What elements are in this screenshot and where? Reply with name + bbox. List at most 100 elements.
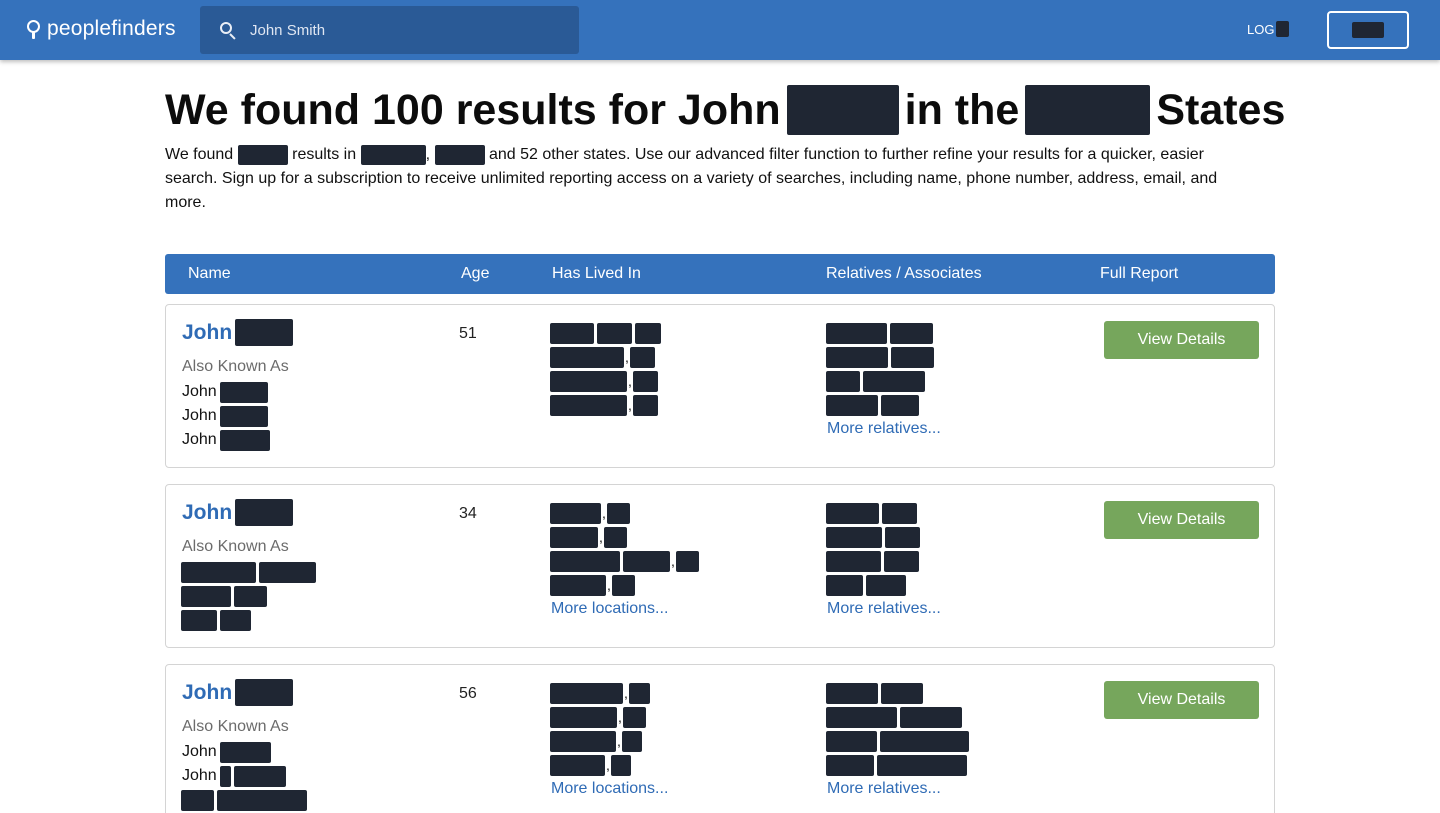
result-age: 51 <box>459 325 477 342</box>
redacted-text <box>181 561 256 583</box>
redacted-text <box>890 322 933 344</box>
search-input[interactable] <box>250 18 560 42</box>
redacted-text <box>550 502 601 524</box>
view-details-button[interactable]: View Details <box>1104 501 1259 539</box>
redacted-text <box>219 741 271 763</box>
aka-name <box>181 609 254 631</box>
desc-text: , <box>425 146 431 163</box>
redacted-text <box>219 429 270 451</box>
redacted-text <box>550 574 606 596</box>
redacted-text <box>885 526 920 548</box>
redacted-text <box>786 85 899 135</box>
redacted-text <box>623 550 670 572</box>
result-name-link[interactable]: John <box>182 499 294 526</box>
redacted-text <box>550 370 627 392</box>
result-first-name: John <box>182 320 233 344</box>
more-relatives-link[interactable]: More relatives... <box>827 600 941 618</box>
aka-first-name: John <box>182 407 217 424</box>
aka-name <box>181 789 310 811</box>
aka-name: John <box>182 429 273 451</box>
redacted-text <box>622 706 646 728</box>
login-label: LOG <box>1247 21 1275 37</box>
result-first-name: John <box>182 680 233 704</box>
redacted-text <box>826 322 887 344</box>
redacted-text <box>181 789 214 811</box>
redacted-text <box>217 789 307 811</box>
location-pin-icon <box>27 18 41 40</box>
aka-label: Also Known As <box>182 538 289 555</box>
redacted-text <box>826 346 888 368</box>
results-description: We found results in , and 52 other state… <box>165 143 1255 215</box>
result-name-link[interactable]: John <box>182 679 294 706</box>
search-bar[interactable] <box>200 6 579 54</box>
desc-text: results in <box>292 146 357 163</box>
column-header-name: Name <box>188 265 231 282</box>
column-header-locations: Has Lived In <box>552 265 641 282</box>
result-age: 34 <box>459 505 477 522</box>
redacted-text <box>550 394 627 416</box>
search-icon <box>220 22 236 40</box>
result-name-link[interactable]: John <box>182 319 294 346</box>
redacted-text <box>434 144 485 165</box>
signup-button[interactable] <box>1327 11 1409 49</box>
locations-list: , , , , More locations... <box>550 501 702 621</box>
redacted-text <box>632 394 658 416</box>
relatives-list: More relatives... <box>826 321 941 441</box>
redacted-text <box>629 346 655 368</box>
result-card: John Also Known As John John 56 , , , , … <box>165 664 1275 813</box>
aka-label: Also Known As <box>182 718 289 735</box>
redacted-text <box>881 682 923 704</box>
redacted-text <box>826 370 860 392</box>
aka-name: John <box>182 765 289 787</box>
redacted-text <box>220 609 251 631</box>
redacted-text <box>550 754 605 776</box>
redacted-text <box>826 754 874 776</box>
redacted-text <box>1352 22 1384 38</box>
more-relatives-link[interactable]: More relatives... <box>827 780 941 798</box>
more-locations-link[interactable]: More locations... <box>551 780 668 798</box>
results-table-header: Name Age Has Lived In Relatives / Associ… <box>165 254 1275 294</box>
redacted-text <box>550 346 624 368</box>
redacted-text <box>597 322 632 344</box>
redacted-text <box>900 706 962 728</box>
locations-list: , , , , More locations... <box>550 681 668 801</box>
redacted-text <box>628 682 650 704</box>
redacted-text <box>826 730 877 752</box>
login-link[interactable]: LOG <box>1247 21 1290 37</box>
redacted-text <box>550 730 616 752</box>
redacted-text <box>826 550 881 572</box>
result-first-name: John <box>182 500 233 524</box>
aka-first-name: John <box>182 431 217 448</box>
redacted-text <box>606 502 630 524</box>
redacted-text <box>1025 85 1151 135</box>
redacted-text <box>550 322 594 344</box>
redacted-text <box>881 394 919 416</box>
redacted-text <box>610 754 631 776</box>
more-relatives-link[interactable]: More relatives... <box>827 420 941 438</box>
locations-list: , , , <box>550 321 664 417</box>
redacted-text <box>235 679 294 706</box>
view-details-button[interactable]: View Details <box>1104 681 1259 719</box>
redacted-text <box>550 706 617 728</box>
top-navbar: peoplefinders LOG <box>0 0 1440 60</box>
redacted-text <box>621 730 642 752</box>
redacted-text <box>235 499 294 526</box>
column-header-age: Age <box>461 265 490 282</box>
redacted-text <box>1276 21 1290 37</box>
aka-name <box>181 561 319 583</box>
redacted-text <box>826 682 878 704</box>
aka-name: John <box>182 381 271 403</box>
title-part-3: States <box>1156 85 1286 134</box>
redacted-text <box>891 346 934 368</box>
redacted-text <box>866 574 906 596</box>
logo-text: peoplefinders <box>47 17 176 40</box>
redacted-text <box>611 574 635 596</box>
aka-first-name: John <box>182 767 217 784</box>
column-header-relatives: Relatives / Associates <box>826 265 982 282</box>
aka-name: John <box>182 741 274 763</box>
redacted-text <box>234 585 267 607</box>
more-locations-link[interactable]: More locations... <box>551 600 668 618</box>
aka-name <box>181 585 270 607</box>
view-details-button[interactable]: View Details <box>1104 321 1259 359</box>
logo[interactable]: peoplefinders <box>27 16 176 42</box>
